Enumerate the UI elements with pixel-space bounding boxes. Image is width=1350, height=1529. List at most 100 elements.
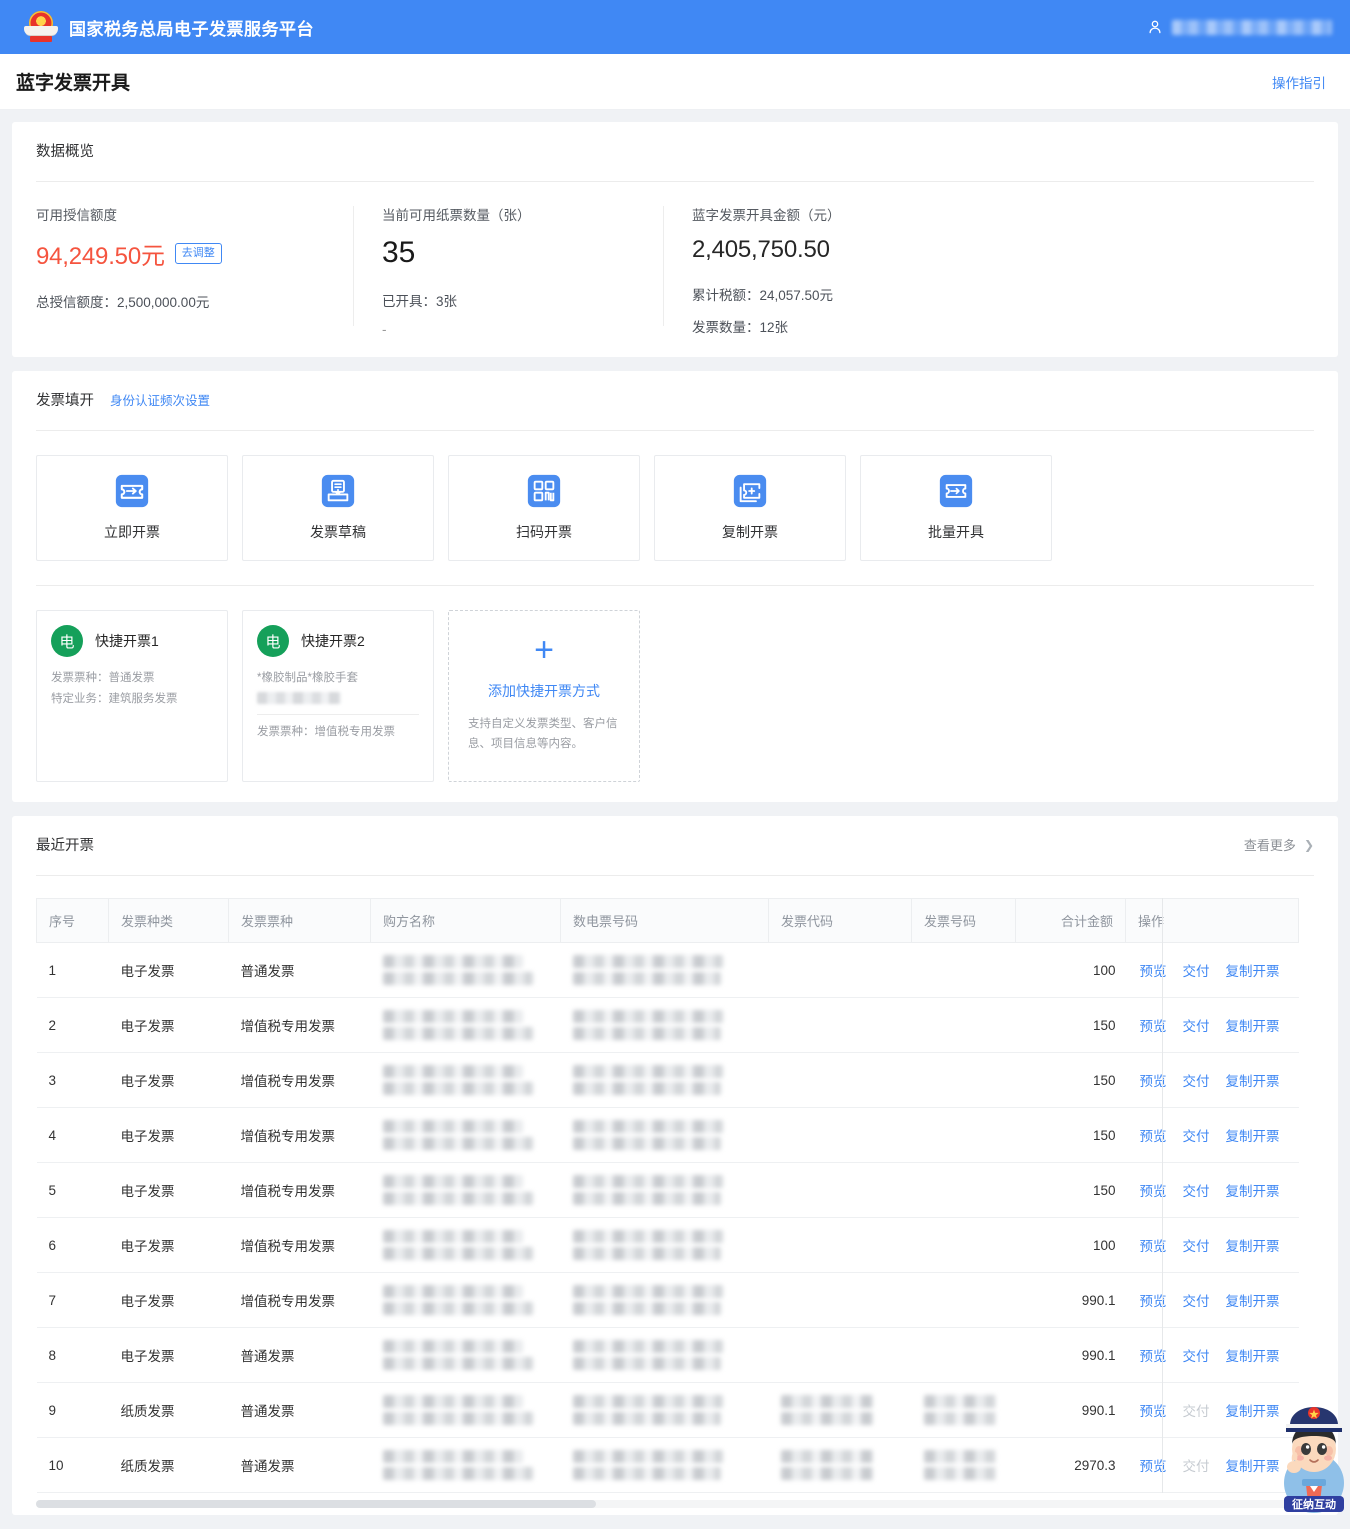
- operation-guide-link[interactable]: 操作指引: [1272, 72, 1326, 92]
- deliver-button[interactable]: 交付: [1183, 960, 1210, 980]
- cell-invoice-code: [769, 1218, 912, 1273]
- user-icon: [1146, 18, 1164, 36]
- redacted-text: [573, 1027, 721, 1040]
- redacted-text: [383, 1467, 533, 1480]
- stat-value: 35: [382, 236, 415, 270]
- cell-index: 2: [37, 998, 109, 1053]
- redacted-text: [383, 1395, 523, 1408]
- redacted-text: [383, 1137, 533, 1150]
- draft-inbox-icon: [321, 474, 355, 508]
- cell-index: 4: [37, 1108, 109, 1163]
- quick-card-line1: 发票票种：普通发票: [51, 670, 213, 688]
- user-menu[interactable]: [1146, 18, 1332, 36]
- deliver-button[interactable]: 交付: [1183, 1345, 1210, 1365]
- col-header-buyer-name: 购方名称: [371, 899, 561, 943]
- view-more-label: 查看更多: [1244, 835, 1296, 854]
- copy-invoice-button[interactable]: 复制开票: [1226, 1290, 1280, 1310]
- redacted-text: [781, 1412, 873, 1425]
- cell-index: 10: [37, 1438, 109, 1493]
- cell-invoice-code: [769, 943, 912, 998]
- copy-invoice-button[interactable]: 复制开票: [1226, 960, 1280, 980]
- redacted-text: [573, 1230, 723, 1243]
- quick-card-1[interactable]: 电 快捷开票1 发票票种：普通发票 特定业务：建筑服务发票: [36, 610, 228, 782]
- tax-officer-mascot-icon[interactable]: 征纳互动: [1278, 1393, 1350, 1515]
- view-more-link[interactable]: 查看更多 ❯: [1244, 835, 1314, 854]
- deliver-button[interactable]: 交付: [1183, 1180, 1210, 1200]
- cell-actions: 预览交付复制开票: [1126, 1053, 1299, 1108]
- cell-buyer-name: [371, 1053, 561, 1108]
- cell-invoice-code: [769, 998, 912, 1053]
- tile-issue-now[interactable]: 立即开票: [36, 455, 228, 561]
- cell-total-amount: 150: [1016, 998, 1126, 1053]
- cell-invoice-kind: 电子发票: [109, 1108, 229, 1163]
- table-row: 10纸质发票普通发票2970.3预览交付复制开票: [37, 1438, 1299, 1493]
- cell-buyer-name: [371, 1218, 561, 1273]
- col-header-actions: 操作: [1126, 899, 1299, 943]
- cell-invoice-no: [912, 1383, 1016, 1438]
- cell-total-amount: 150: [1016, 1108, 1126, 1163]
- redacted-text: [383, 1285, 523, 1298]
- redacted-text: [383, 955, 523, 968]
- username-redacted: [1172, 20, 1332, 35]
- cell-actions: 预览交付复制开票: [1126, 1438, 1299, 1493]
- copy-invoice-button[interactable]: 复制开票: [1226, 1125, 1280, 1145]
- cell-invoice-no: [912, 1273, 1016, 1328]
- cell-invoice-code: [769, 1438, 912, 1493]
- copy-invoice-button[interactable]: 复制开票: [1226, 1070, 1280, 1090]
- copy-invoice-button[interactable]: 复制开票: [1226, 1345, 1280, 1365]
- table-horizontal-scrollbar[interactable]: [36, 1495, 1314, 1509]
- redacted-text: [383, 972, 533, 985]
- identity-auth-frequency-link[interactable]: 身份认证频次设置: [110, 390, 210, 409]
- invoice-action-tiles: 立即开票 发票草稿: [36, 431, 1314, 561]
- table-row: 1电子发票普通发票100预览交付复制开票: [37, 943, 1299, 998]
- cell-actions: 预览交付复制开票: [1126, 1383, 1299, 1438]
- tile-copy-invoice[interactable]: 复制开票: [654, 455, 846, 561]
- deliver-button[interactable]: 交付: [1183, 1235, 1210, 1255]
- cell-index: 5: [37, 1163, 109, 1218]
- quick-invoice-cards: 电 快捷开票1 发票票种：普通发票 特定业务：建筑服务发票 电 快捷开票2 *橡…: [36, 586, 1314, 782]
- tile-invoice-draft[interactable]: 发票草稿: [242, 455, 434, 561]
- redacted-text: [383, 1450, 523, 1463]
- tile-batch-issue[interactable]: 批量开具: [860, 455, 1052, 561]
- deliver-button[interactable]: 交付: [1183, 1015, 1210, 1035]
- deliver-button[interactable]: 交付: [1183, 1125, 1210, 1145]
- quick-card-title: 快捷开票2: [301, 631, 365, 651]
- table-row: 6电子发票增值税专用发票100预览交付复制开票: [37, 1218, 1299, 1273]
- cell-actions: 预览交付复制开票: [1126, 1218, 1299, 1273]
- redacted-text: [573, 1175, 723, 1188]
- cell-total-amount: 2970.3: [1016, 1438, 1126, 1493]
- cell-invoice-kind: 电子发票: [109, 1218, 229, 1273]
- tile-scan-invoice[interactable]: 扫码开票: [448, 455, 640, 561]
- cell-actions: 预览交付复制开票: [1126, 998, 1299, 1053]
- deliver-button[interactable]: 交付: [1183, 1070, 1210, 1090]
- tile-label: 复制开票: [722, 522, 778, 542]
- adjust-credit-button[interactable]: 去调整: [175, 243, 222, 263]
- cell-total-amount: 990.1: [1016, 1273, 1126, 1328]
- deliver-button[interactable]: 交付: [1183, 1290, 1210, 1310]
- copy-invoice-button[interactable]: 复制开票: [1226, 1400, 1280, 1420]
- scrollbar-thumb[interactable]: [36, 1500, 596, 1508]
- copy-invoice-button[interactable]: 复制开票: [1226, 1235, 1280, 1255]
- copy-invoice-button[interactable]: 复制开票: [1226, 1015, 1280, 1035]
- overview-title: 数据概览: [36, 140, 94, 161]
- quick-card-redacted-line: [257, 692, 341, 704]
- recent-invoices-card: 最近开票 查看更多 ❯ 序号 发票种类 发票票种 购方名称 数电票号码 发票代码…: [12, 816, 1338, 1515]
- cell-invoice-type: 普通发票: [229, 1328, 371, 1383]
- tile-label: 批量开具: [928, 522, 984, 542]
- chevron-right-icon: ❯: [1304, 838, 1314, 852]
- cell-total-amount: 100: [1016, 1218, 1126, 1273]
- col-header-invoice-type: 发票票种: [229, 899, 371, 943]
- add-quick-label: 添加快捷开票方式: [488, 681, 600, 701]
- cell-actions: 预览交付复制开票: [1126, 1273, 1299, 1328]
- cell-invoice-code: [769, 1108, 912, 1163]
- cell-buyer-name: [371, 1328, 561, 1383]
- cell-invoice-type: 增值税专用发票: [229, 1053, 371, 1108]
- col-header-invoice-kind: 发票种类: [109, 899, 229, 943]
- cell-digital-no: [561, 1053, 769, 1108]
- divider: [257, 714, 419, 715]
- add-quick-invoice-card[interactable]: + 添加快捷开票方式 支持自定义发票类型、客户信息、项目信息等内容。: [448, 610, 640, 782]
- copy-invoice-button[interactable]: 复制开票: [1226, 1180, 1280, 1200]
- electronic-invoice-badge-icon: 电: [257, 625, 289, 657]
- copy-invoice-button[interactable]: 复制开票: [1226, 1455, 1280, 1475]
- quick-card-2[interactable]: 电 快捷开票2 *橡胶制品*橡胶手套 发票票种：增值税专用发票: [242, 610, 434, 782]
